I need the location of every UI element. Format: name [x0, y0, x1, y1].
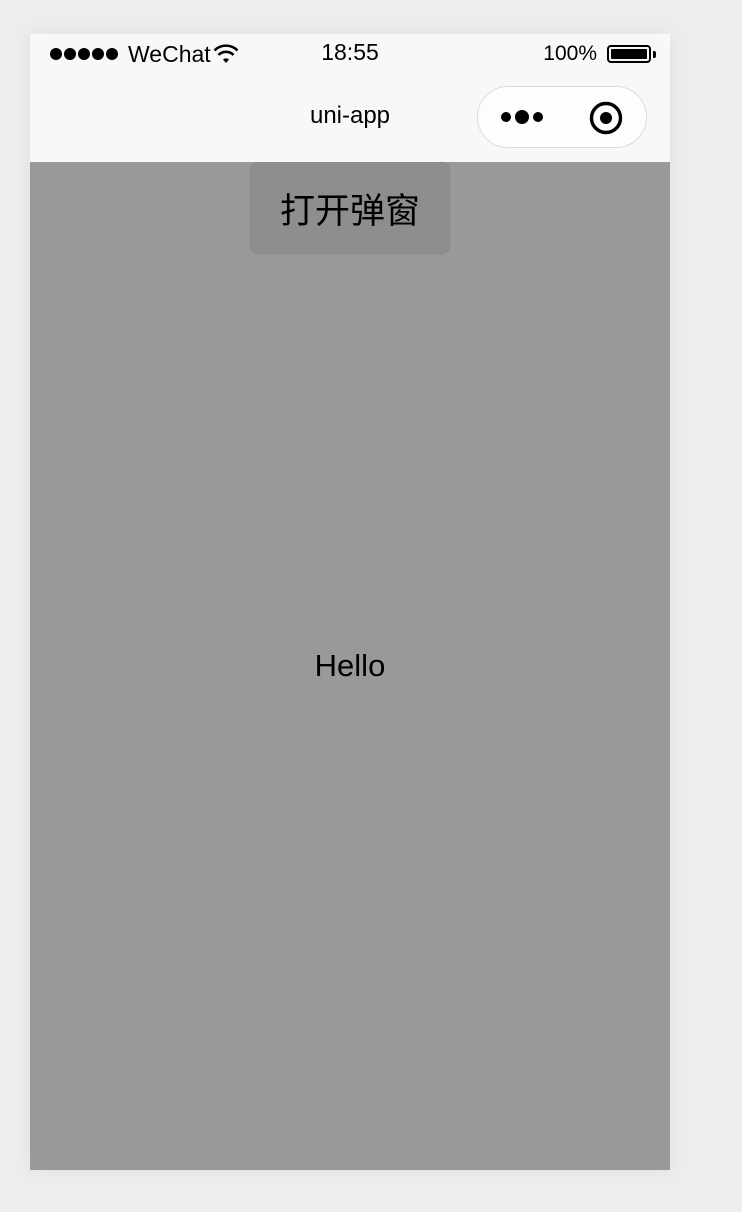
capsule-divider — [563, 105, 564, 131]
battery-level: 100% — [543, 42, 597, 65]
popup-content-text: Hello — [314, 648, 386, 683]
menu-capsule — [477, 86, 647, 148]
status-right: 100% — [543, 40, 656, 68]
top-bar: WeChat 18:55 100% uni-app — [30, 34, 670, 162]
phone-screen: WeChat 18:55 100% uni-app 打开弹窗 Hello — [30, 34, 670, 1170]
target-close-icon[interactable] — [589, 101, 623, 135]
battery-icon — [607, 45, 651, 63]
battery-fill — [611, 49, 647, 59]
more-dots-icon[interactable] — [498, 107, 546, 127]
open-popup-button[interactable]: 打开弹窗 — [250, 162, 450, 254]
battery-cap — [653, 50, 656, 58]
